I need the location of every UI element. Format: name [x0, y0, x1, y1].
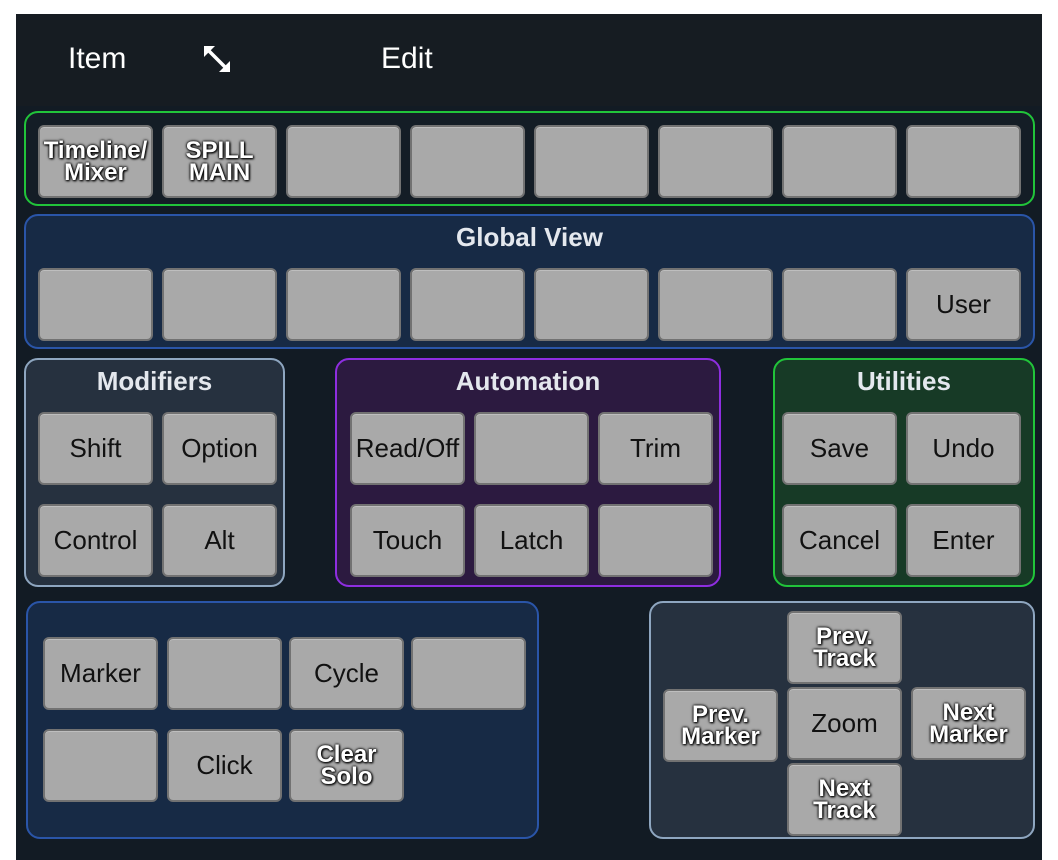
automation-panel: Automation Read/Off Trim Touch Latch: [335, 358, 721, 587]
prev-track-button[interactable]: Prev. Track: [787, 611, 902, 684]
global-view-button-7[interactable]: [782, 268, 897, 341]
global-view-panel: Global View User: [24, 214, 1035, 349]
top-bar: Item Edit: [16, 14, 1042, 106]
modifiers-panel: Modifiers Shift Option Control Alt: [24, 358, 285, 587]
menu-item-edit[interactable]: Edit: [381, 40, 433, 78]
next-track-button[interactable]: Next Track: [787, 763, 902, 836]
utilities-panel: Utilities Save Undo Cancel Enter: [773, 358, 1035, 587]
prev-marker-button[interactable]: Prev. Marker: [663, 689, 778, 762]
undo-button[interactable]: Undo: [906, 412, 1021, 485]
menu-item-item[interactable]: Item: [68, 40, 126, 78]
top-row-button-3[interactable]: [286, 125, 401, 198]
read-off-button[interactable]: Read/Off: [350, 412, 465, 485]
zoom-button[interactable]: Zoom: [787, 687, 902, 760]
top-row-button-8[interactable]: [906, 125, 1021, 198]
transport-button-5[interactable]: [43, 729, 158, 802]
user-button[interactable]: User: [906, 268, 1021, 341]
touch-button[interactable]: Touch: [350, 504, 465, 577]
resize-diagonal-icon[interactable]: [202, 44, 232, 74]
automation-title: Automation: [455, 366, 601, 396]
alt-button[interactable]: Alt: [162, 504, 277, 577]
cycle-button[interactable]: Cycle: [289, 637, 404, 710]
enter-button[interactable]: Enter: [906, 504, 1021, 577]
latch-button[interactable]: Latch: [474, 504, 589, 577]
option-button[interactable]: Option: [162, 412, 277, 485]
trim-button[interactable]: Trim: [598, 412, 713, 485]
utilities-title: Utilities: [857, 366, 951, 396]
modifiers-title: Modifiers: [96, 366, 213, 396]
automation-button-6[interactable]: [598, 504, 713, 577]
top-row-button-6[interactable]: [658, 125, 773, 198]
clear-solo-button[interactable]: Clear Solo: [289, 729, 404, 802]
control-button[interactable]: Control: [38, 504, 153, 577]
save-button[interactable]: Save: [782, 412, 897, 485]
global-view-button-5[interactable]: [534, 268, 649, 341]
shift-button[interactable]: Shift: [38, 412, 153, 485]
app-window: Item Edit Timeline/ Mixer SPILL MAIN Glo…: [16, 14, 1042, 860]
global-view-button-6[interactable]: [658, 268, 773, 341]
top-row-button-5[interactable]: [534, 125, 649, 198]
top-row-panel: Timeline/ Mixer SPILL MAIN: [24, 111, 1035, 206]
global-view-button-2[interactable]: [162, 268, 277, 341]
global-view-button-4[interactable]: [410, 268, 525, 341]
top-row-button-4[interactable]: [410, 125, 525, 198]
transport-button-4[interactable]: [411, 637, 526, 710]
next-marker-button[interactable]: Next Marker: [911, 687, 1026, 760]
navigation-panel: Prev. Track Prev. Marker Zoom Next Marke…: [649, 601, 1035, 839]
global-view-button-1[interactable]: [38, 268, 153, 341]
click-button[interactable]: Click: [167, 729, 282, 802]
automation-button-2[interactable]: [474, 412, 589, 485]
marker-button[interactable]: Marker: [43, 637, 158, 710]
global-view-title: Global View: [456, 222, 603, 252]
transport-panel: Marker Cycle Click Clear Solo: [26, 601, 539, 839]
spill-main-button[interactable]: SPILL MAIN: [162, 125, 277, 198]
global-view-button-3[interactable]: [286, 268, 401, 341]
cancel-button[interactable]: Cancel: [782, 504, 897, 577]
timeline-mixer-button[interactable]: Timeline/ Mixer: [38, 125, 153, 198]
top-row-button-7[interactable]: [782, 125, 897, 198]
transport-button-2[interactable]: [167, 637, 282, 710]
